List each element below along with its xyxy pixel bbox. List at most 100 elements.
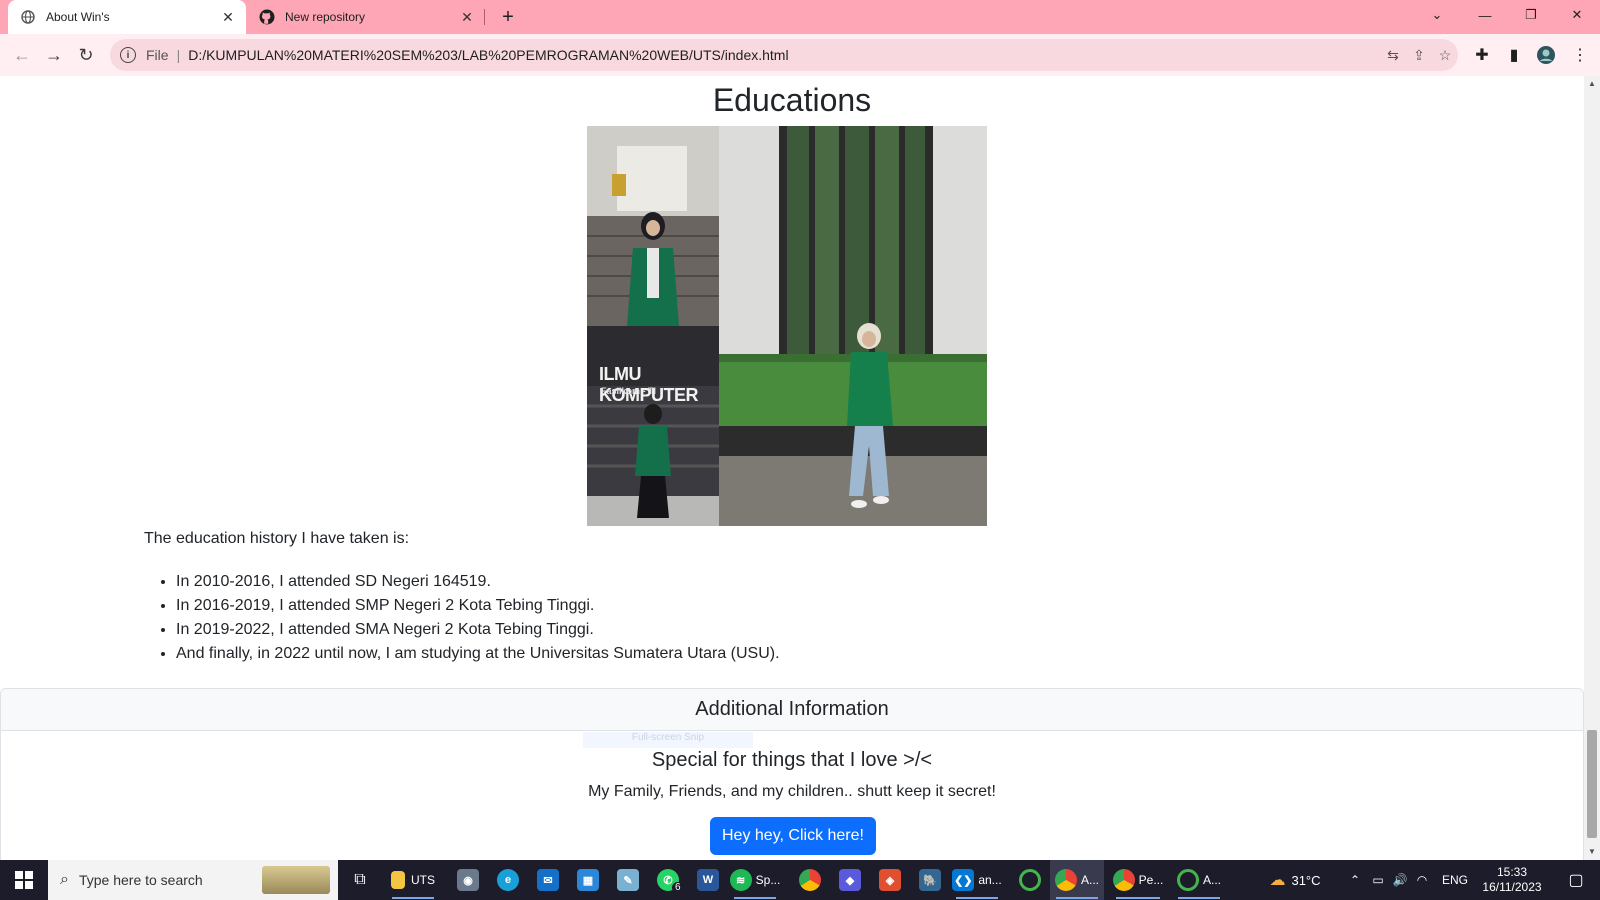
search-icon: ⌕ <box>60 871 69 888</box>
taskbar-app-notes[interactable]: ✎ <box>608 860 648 900</box>
app-label: UTS <box>411 873 435 887</box>
educations-heading: Educations <box>712 82 872 118</box>
back-icon[interactable]: ← <box>8 41 36 69</box>
extensions-icon[interactable]: ✚ <box>1470 43 1494 67</box>
education-item: In 2016-2019, I attended SMP Negeri 2 Ko… <box>176 594 780 618</box>
battery-icon[interactable]: ▭ <box>1368 860 1388 900</box>
share-icon[interactable]: ⇪ <box>1406 42 1432 68</box>
wifi-icon[interactable]: ◠ <box>1412 860 1432 900</box>
tab-search-icon[interactable]: ⌄ <box>1414 0 1460 30</box>
weather-widget[interactable]: ☁ 31°C <box>1260 860 1330 900</box>
git-icon: ◈ <box>879 869 901 891</box>
page-scrollbar[interactable]: ▲ ▼ <box>1584 76 1600 860</box>
photo-hallway <box>587 126 719 326</box>
photo-building <box>719 126 987 526</box>
new-tab-button[interactable]: + <box>496 5 520 29</box>
postgres-icon: 🐘 <box>919 869 941 891</box>
clock-date: 16/11/2023 <box>1482 880 1542 894</box>
anaconda-icon <box>1019 869 1041 891</box>
task-view-icon[interactable]: ⧉ <box>340 860 380 900</box>
tab-about-wins[interactable]: About Win's ✕ <box>8 0 246 34</box>
education-item: In 2019-2022, I attended SMA Negeri 2 Ko… <box>176 618 780 642</box>
taskbar-search-box[interactable]: ⌕ Type here to search <box>48 860 338 900</box>
taskbar-app-postgres[interactable]: 🐘 <box>910 860 950 900</box>
bookmark-star-icon[interactable]: ☆ <box>1432 42 1458 68</box>
close-tab-icon[interactable]: ✕ <box>218 7 238 27</box>
word-icon: W <box>697 869 719 891</box>
scroll-down-arrow[interactable]: ▼ <box>1587 847 1597 857</box>
click-here-button[interactable]: Hey hey, Click here! <box>710 817 876 855</box>
taskbar-app-explorer[interactable]: UTS <box>386 860 440 900</box>
language-indicator[interactable]: ENG <box>1438 860 1472 900</box>
url-text[interactable]: D:/KUMPULAN%20MATERI%20SEM%203/LAB%20PEM… <box>188 47 1380 63</box>
reload-icon[interactable]: ↻ <box>72 41 100 69</box>
taskbar-app-anaconda-2[interactable]: A... <box>1172 860 1226 900</box>
app-label: A... <box>1080 873 1099 887</box>
taskbar-app-camera[interactable]: ◉ <box>448 860 488 900</box>
side-panel-icon[interactable]: ▮ <box>1502 43 1526 67</box>
windows-logo-icon <box>15 871 33 889</box>
app-icon: ◆ <box>839 869 861 891</box>
education-list: In 2010-2016, I attended SD Negeri 16451… <box>176 570 780 666</box>
clock[interactable]: 15:33 16/11/2023 <box>1476 860 1548 900</box>
forward-icon[interactable]: → <box>40 41 68 69</box>
store-icon: ▦ <box>577 869 599 891</box>
taskbar-app-chrome-2[interactable]: Pe... <box>1110 860 1166 900</box>
active-indicator <box>734 897 776 899</box>
active-indicator <box>1056 897 1098 899</box>
restore-button[interactable]: ❐ <box>1508 0 1554 30</box>
search-placeholder: Type here to search <box>78 872 203 888</box>
education-photo-collage: ILMU KOMPUTER Fasilkom - TI <box>587 126 987 526</box>
mail-icon: ✉ <box>537 869 559 891</box>
tray-chevron-icon[interactable]: ⌃ <box>1346 860 1364 900</box>
taskbar-app-generic[interactable]: ◆ <box>830 860 870 900</box>
taskbar-app-edge[interactable]: e <box>488 860 528 900</box>
notes-icon: ✎ <box>617 869 639 891</box>
taskbar-app-word[interactable]: W <box>688 860 728 900</box>
taskbar-app-whatsapp[interactable]: ✆ 6 <box>648 860 688 900</box>
taskbar-app-chrome[interactable] <box>790 860 830 900</box>
tab-strip: About Win's ✕ New repository ✕ + ⌄ — ❐ ✕ <box>0 0 1600 34</box>
camera-icon: ◉ <box>457 869 479 891</box>
search-highlight-image <box>262 866 330 894</box>
clock-time: 15:33 <box>1496 865 1528 879</box>
address-bar[interactable]: i File | D:/KUMPULAN%20MATERI%20SEM%203/… <box>110 39 1458 71</box>
close-tab-icon[interactable]: ✕ <box>457 7 477 27</box>
translate-icon[interactable]: ⇆ <box>1380 42 1406 68</box>
education-item: And finally, in 2022 until now, I am stu… <box>176 642 780 666</box>
edge-icon: e <box>497 869 519 891</box>
taskbar-app-vscode[interactable]: ❮❯ an... <box>950 860 1004 900</box>
volume-icon[interactable]: 🔊 <box>1390 860 1410 900</box>
windows-taskbar: ⌕ Type here to search ⧉ UTS ◉ e ✉ ▦ ✎ ✆ … <box>0 860 1600 900</box>
scrollbar-thumb[interactable] <box>1587 730 1597 838</box>
app-label: A... <box>1202 873 1221 887</box>
education-intro: The education history I have taken is: <box>144 530 410 547</box>
menu-icon[interactable]: ⋮ <box>1568 43 1592 67</box>
notifications-icon[interactable]: ▢ <box>1556 860 1596 900</box>
globe-icon <box>20 9 36 25</box>
scroll-up-arrow[interactable]: ▲ <box>1587 79 1597 89</box>
taskbar-app-chrome-active[interactable]: A... <box>1050 860 1104 900</box>
taskbar-app-git[interactable]: ◈ <box>870 860 910 900</box>
card-text: My Family, Friends, and my children.. sh… <box>588 783 996 800</box>
start-button[interactable] <box>0 860 48 900</box>
tab-new-repository[interactable]: New repository ✕ <box>247 0 485 34</box>
weather-temp: 31°C <box>1291 872 1321 888</box>
taskbar-app-anaconda[interactable] <box>1010 860 1050 900</box>
sign-text-main: ILMU KOMPUTER <box>599 364 699 405</box>
active-indicator <box>1178 897 1220 899</box>
active-indicator <box>956 897 998 899</box>
file-label: File <box>146 47 169 63</box>
close-window-button[interactable]: ✕ <box>1554 0 1600 30</box>
taskbar-app-spotify[interactable]: ≋ Sp... <box>728 860 782 900</box>
card-subtitle: Special for things that I love >/< <box>651 749 933 771</box>
taskbar-app-mail[interactable]: ✉ <box>528 860 568 900</box>
minimize-button[interactable]: — <box>1462 0 1508 30</box>
snip-tooltip: Full-screen Snip <box>583 732 753 748</box>
sign-text-sub: Fasilkom - TI <box>601 386 657 396</box>
active-indicator <box>392 897 434 899</box>
info-icon[interactable]: i <box>120 47 136 63</box>
taskbar-app-store[interactable]: ▦ <box>568 860 608 900</box>
weather-icon: ☁ <box>1269 872 1286 889</box>
profile-avatar-icon[interactable] <box>1534 43 1558 67</box>
